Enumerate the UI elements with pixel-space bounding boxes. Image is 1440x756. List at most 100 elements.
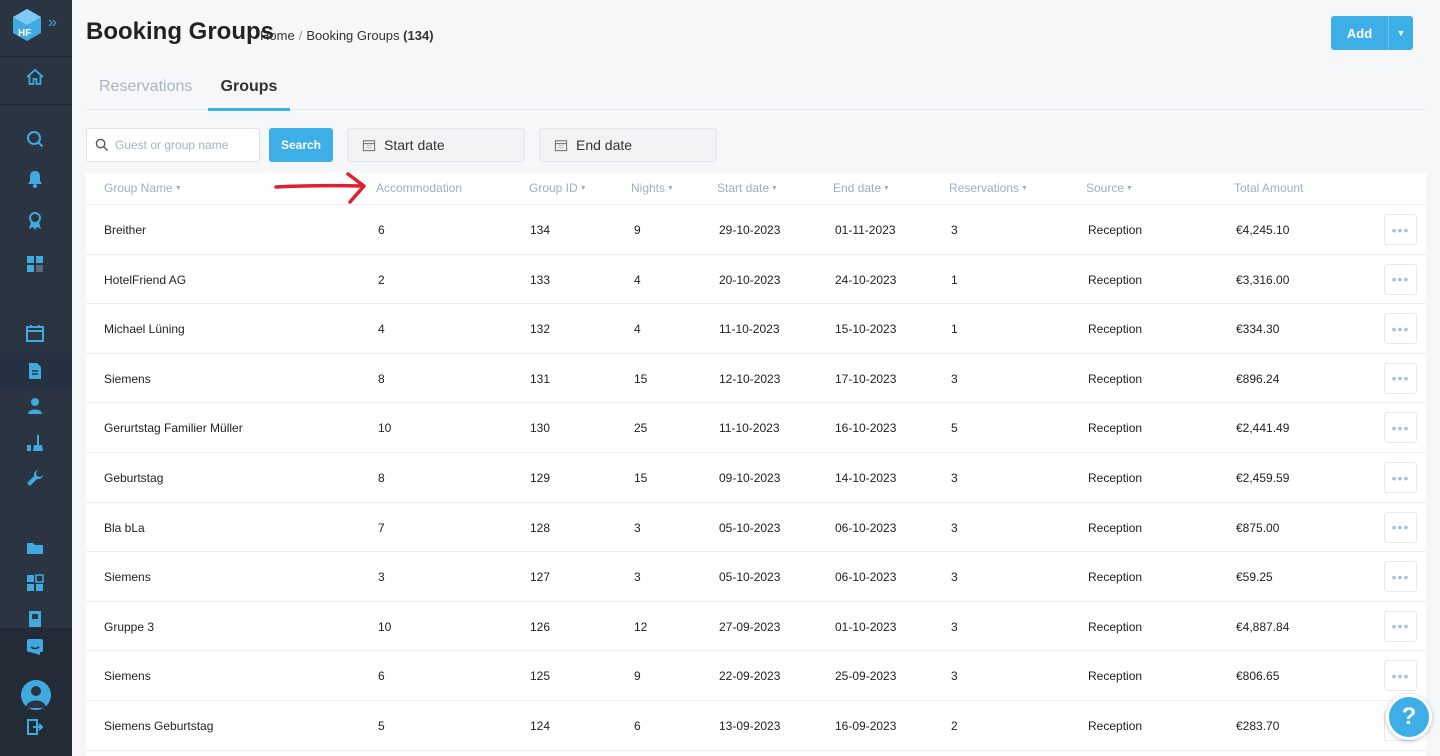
calendar-icon[interactable] [22,320,48,346]
table-row[interactable]: Siemens Geburtstag 5 124 6 13-09-2023 16-09-2… [86,701,1426,751]
table-row[interactable]: Breither 6 134 9 29-10-2023 01-11-2023 3 Recept… [86,205,1426,255]
row-more-options-icon[interactable]: ••• [1384,660,1417,692]
cell-nights: 9 [634,669,641,684]
tab-reservations[interactable]: Reservations [99,78,192,110]
cell-end-date: 24-10-2023 [835,272,897,287]
chat-icon[interactable] [22,634,48,660]
search-input[interactable] [115,138,255,152]
cell-group-id: 130 [530,421,551,436]
row-more-options-icon[interactable]: ••• [1384,313,1417,345]
cell-reservations: 3 [951,223,958,237]
column-header-reservations[interactable]: Reservations ▼ [949,181,1028,195]
user-icon[interactable] [22,393,48,419]
row-more-options-icon[interactable]: ••• [1384,263,1417,295]
cell-group-id: 129 [530,471,551,485]
add-button-group: Add ▼ [1331,16,1413,50]
column-header-start-date[interactable]: Start date ▼ [717,181,778,195]
cell-source: Reception [1088,520,1143,535]
cell-group-name: Siemens [104,371,151,386]
table-row[interactable]: Bla bLa 7 128 3 05-10-2023 06-10-2023 3 Recepti… [86,503,1426,553]
table-row[interactable]: Gerurtstag Familier Müller 10 130 25 11-10-2… [86,403,1426,453]
column-header-group-id[interactable]: Group ID ▼ [529,181,587,195]
cell-group-name: Siemens [104,669,151,684]
apps-icon[interactable] [22,570,48,596]
table-row[interactable]: HotelFriend AG 2 133 4 20-10-2023 24-10-2023 1… [86,255,1426,305]
cell-reservations: 3 [951,619,958,634]
row-more-options-icon[interactable]: ••• [1384,214,1417,245]
hotelfriend-logo[interactable]: HF [12,8,42,42]
breadcrumb-home-link[interactable]: Home [260,28,295,43]
expand-sidebar-icon[interactable]: » [48,14,57,32]
column-header-accommodation: Accommodation [376,181,463,195]
cell-reservations: 1 [951,322,958,337]
folder-icon[interactable] [22,535,48,561]
cell-start-date: 27-09-2023 [719,619,781,634]
cell-source: Reception [1088,272,1143,287]
table-row[interactable]: Siemens 3 127 3 05-10-2023 06-10-2023 3 Recepti… [86,552,1426,602]
sidebar: HF » [0,0,72,756]
table-row[interactable]: Gruppe 3 10 126 12 27-09-2023 01-10-2023 3 Rece… [86,602,1426,652]
row-more-options-icon[interactable]: ••• [1384,511,1417,543]
row-more-options-icon[interactable]: ••• [1384,561,1417,593]
avatar[interactable] [21,680,51,710]
award-icon[interactable] [22,208,48,234]
end-date-placeholder: End date [576,137,633,153]
start-date-input[interactable]: Start date [347,128,525,162]
cell-nights: 15 [634,471,648,485]
sort-icon: ▼ [883,185,890,193]
end-date-input[interactable]: End date [539,128,717,162]
cell-group-id: 131 [530,371,551,386]
bell-icon[interactable] [22,166,48,192]
cell-group-name: Geburtstag [104,471,164,485]
cell-accommodation: 10 [378,421,392,436]
search-button[interactable]: Search [269,128,333,162]
table-row[interactable]: Michael Lüning 4 132 4 11-10-2023 15-10-2023 1… [86,304,1426,354]
table-row[interactable]: Siemens 8 131 15 12-10-2023 17-10-2023 3 Recept… [86,354,1426,404]
column-header-end-date[interactable]: End date ▼ [833,181,890,195]
dashboard-icon[interactable] [22,251,48,277]
row-more-options-icon[interactable]: ••• [1384,610,1417,642]
column-header-group-name[interactable]: Group Name ▼ [104,181,182,195]
cell-total-amount: €875.00 [1236,520,1280,535]
table-row[interactable]: Siemens 6 125 9 22-09-2023 25-09-2023 3 Recepti… [86,651,1426,701]
cell-start-date: 13-09-2023 [719,719,781,733]
cell-total-amount: €806.65 [1236,669,1280,684]
cell-nights: 6 [634,719,641,733]
cell-group-id: 125 [530,669,551,684]
wrench-icon[interactable] [22,465,48,491]
logout-icon[interactable] [22,714,48,740]
tab-groups[interactable]: Groups [208,78,290,111]
table-row[interactable]: Geburtstag 8 129 15 09-10-2023 14-10-2023 3 Rec… [86,453,1426,503]
avatar-user-icon [26,686,46,708]
cell-start-date: 22-09-2023 [719,669,781,684]
cell-accommodation: 6 [378,669,385,684]
breadcrumb: Home / Booking Groups (134) [260,28,434,43]
cell-end-date: 06-10-2023 [835,520,897,535]
search-field [86,128,260,162]
add-dropdown-caret-icon[interactable]: ▼ [1389,16,1413,50]
help-button[interactable]: ? [1386,694,1432,740]
cell-start-date: 11-10-2023 [719,322,780,337]
cell-source: Reception [1088,619,1143,634]
row-more-options-icon[interactable]: ••• [1384,362,1417,394]
cell-source: Reception [1088,471,1143,485]
sort-icon: ▼ [579,185,587,193]
cell-group-name: Bla bLa [104,520,145,535]
cleaning-icon[interactable] [22,430,48,456]
cell-group-id: 127 [530,570,551,585]
home-icon[interactable] [22,64,48,90]
cell-reservations: 3 [951,471,958,485]
document-icon[interactable] [22,358,48,384]
add-button[interactable]: Add [1331,16,1389,50]
cell-start-date: 29-10-2023 [719,223,781,237]
calendar-icon [362,140,376,152]
row-more-options-icon[interactable]: ••• [1384,462,1417,493]
search-icon[interactable] [22,126,48,152]
column-header-nights[interactable]: Nights ▼ [631,181,674,195]
cell-start-date: 12-10-2023 [719,371,781,386]
page-title: Booking Groups [86,18,274,45]
cell-group-id: 132 [530,322,551,337]
sort-icon: ▼ [1021,185,1028,193]
row-more-options-icon[interactable]: ••• [1384,412,1417,444]
column-header-source[interactable]: Source ▼ [1086,181,1133,195]
